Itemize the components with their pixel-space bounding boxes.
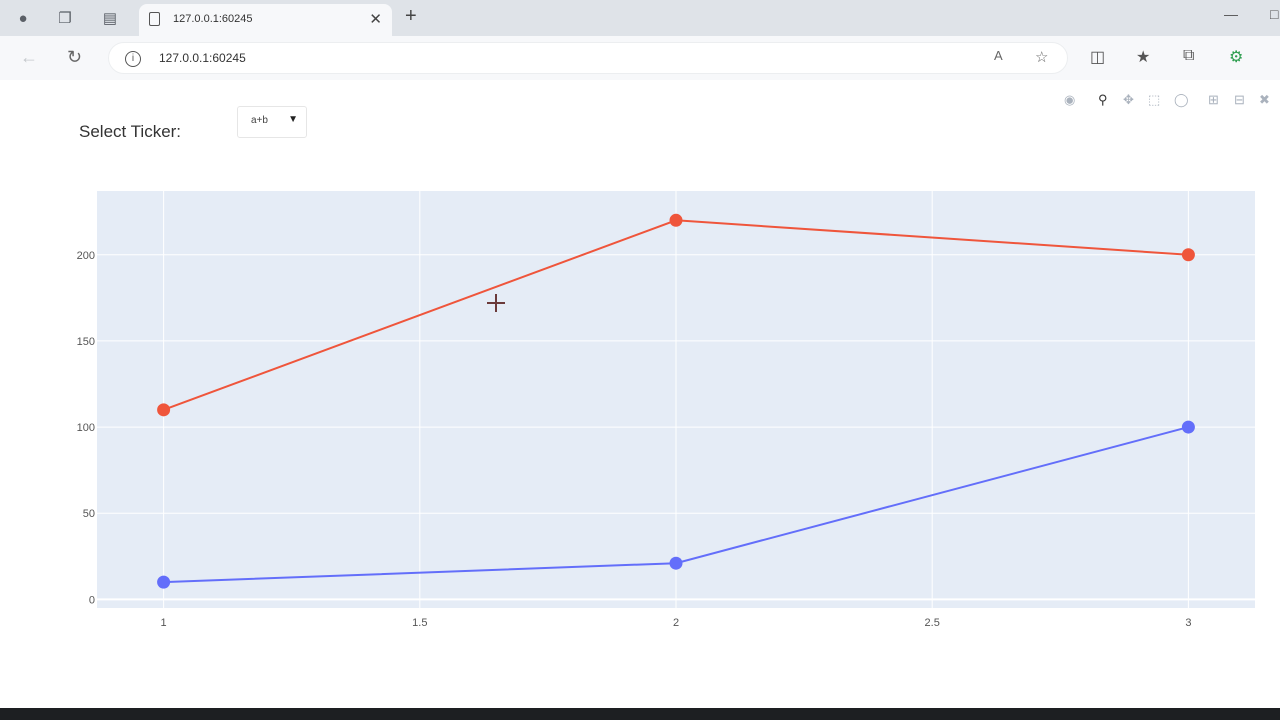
favorite-star-icon[interactable]: ☆: [1035, 48, 1048, 66]
extension-icon[interactable]: ⚙: [1229, 47, 1243, 67]
site-info-icon[interactable]: i: [125, 51, 141, 67]
data-point[interactable]: [157, 575, 171, 589]
line-chart[interactable]: 0 50 100 150 200 1 1.5 2 2.5 3: [0, 80, 1280, 640]
data-point[interactable]: [669, 213, 683, 227]
url-text[interactable]: 127.0.0.1:60245: [159, 51, 246, 65]
tab-title: 127.0.0.1:60245: [173, 13, 253, 25]
y-tick-label: 100: [77, 422, 95, 434]
data-point[interactable]: [669, 556, 683, 570]
browser-tab-bar: ● ❐ ▤ 127.0.0.1:60245 ✕ + — □: [0, 0, 1280, 36]
restore-icon[interactable]: □: [1270, 6, 1278, 22]
close-tab-icon[interactable]: ✕: [369, 10, 382, 28]
x-tick-label: 3: [1185, 617, 1191, 629]
back-icon[interactable]: ←: [20, 47, 38, 68]
reload-icon[interactable]: ↻: [67, 47, 82, 68]
y-tick-label: 50: [83, 508, 95, 520]
document-icon: [149, 12, 160, 26]
browser-tab[interactable]: 127.0.0.1:60245 ✕: [139, 4, 392, 36]
profile-icon[interactable]: ●: [13, 8, 33, 28]
y-tick-label: 150: [77, 336, 95, 348]
x-tick-label: 1: [161, 617, 167, 629]
x-tick-label: 2: [673, 617, 679, 629]
address-toolbar: ← ↻ i 127.0.0.1:60245 A ☆ ◫ ★ ⧉ ⚙: [0, 36, 1280, 81]
minimize-icon[interactable]: —: [1224, 6, 1238, 22]
address-bar[interactable]: i 127.0.0.1:60245 A ☆: [108, 42, 1068, 74]
x-tick-label: 1.5: [412, 617, 427, 629]
read-aloud-icon[interactable]: A: [994, 48, 1003, 63]
tab-actions-icon[interactable]: ▤: [100, 8, 120, 28]
y-tick-label: 0: [89, 594, 95, 606]
y-tick-label: 200: [77, 250, 95, 262]
taskbar: [0, 708, 1280, 720]
x-tick-label: 2.5: [925, 617, 940, 629]
data-point[interactable]: [1181, 420, 1195, 434]
favorites-icon[interactable]: ★: [1136, 47, 1150, 67]
workspaces-icon[interactable]: ❐: [55, 8, 75, 28]
collections-icon[interactable]: ⧉: [1183, 47, 1194, 65]
new-tab-icon[interactable]: +: [405, 5, 417, 28]
split-screen-icon[interactable]: ◫: [1090, 47, 1105, 67]
data-point[interactable]: [1181, 248, 1195, 262]
data-point[interactable]: [157, 403, 171, 417]
